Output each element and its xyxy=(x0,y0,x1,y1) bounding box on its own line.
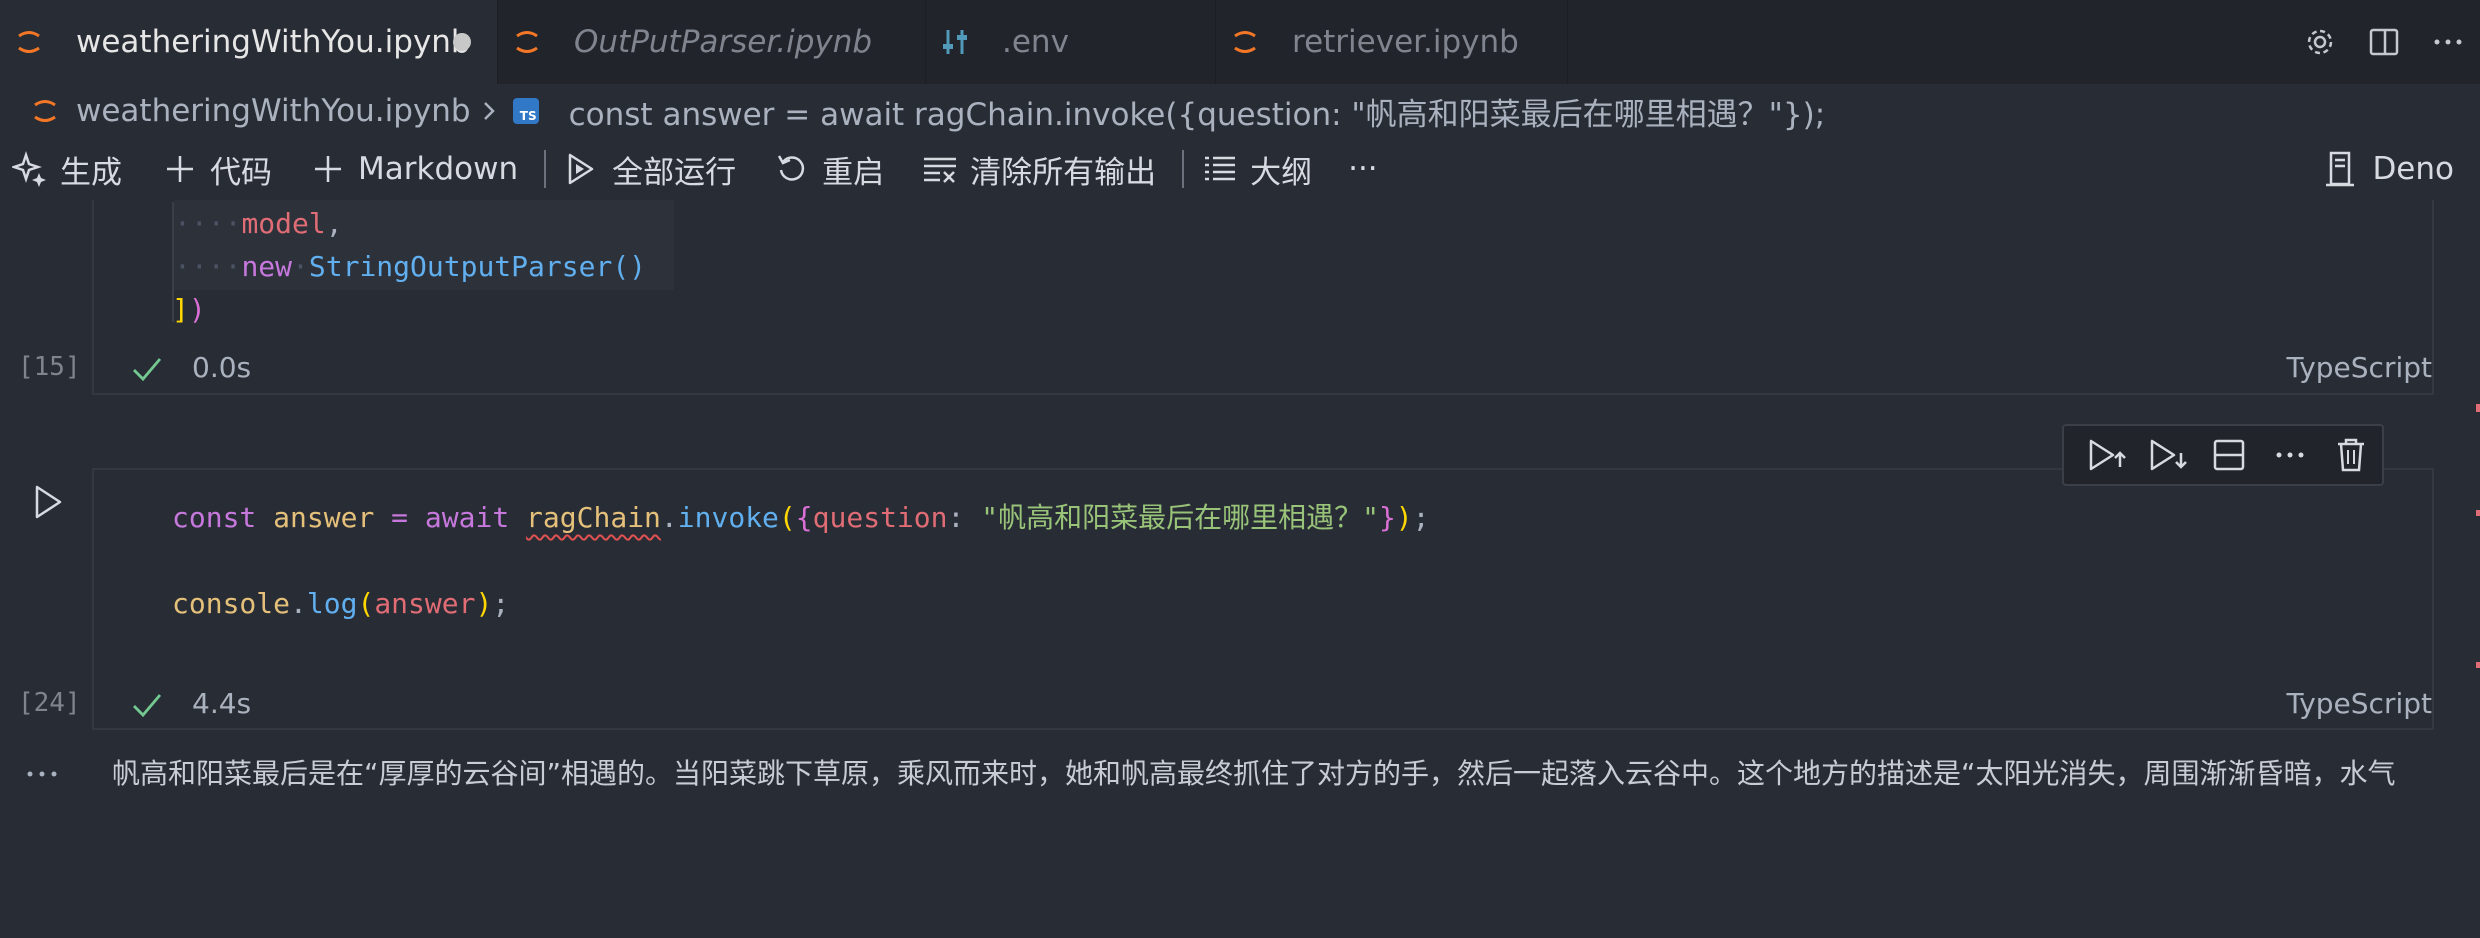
notebook-toolbar: 生成 代码 Markdown 全部运行 重启 清除所有输出 大纲 ··· Den… xyxy=(0,138,2480,200)
breadcrumb: weatheringWithYou.ipynb TS const answer … xyxy=(0,84,2480,138)
cell-language[interactable]: TypeScript xyxy=(2286,687,2432,720)
add-markdown-cell-button[interactable]: Markdown xyxy=(308,138,518,200)
list-icon xyxy=(1200,149,1240,189)
tab-label: OutPutParser.ipynb xyxy=(574,24,873,60)
tab-retriever[interactable]: retriever.ipynb xyxy=(1216,0,1568,84)
cell-language[interactable]: TypeScript xyxy=(2286,351,2432,384)
code-line[interactable]: ····model, xyxy=(174,203,343,245)
plus-icon xyxy=(308,149,348,189)
code-label: 代码 xyxy=(210,154,272,191)
code-line[interactable]: console.log(answer); xyxy=(172,583,509,625)
trash-icon[interactable] xyxy=(2321,426,2382,484)
editor-actions xyxy=(2288,0,2480,84)
code-line[interactable]: ····new·StringOutputParser() xyxy=(174,246,646,288)
execution-time: 4.4s xyxy=(192,687,252,720)
outline-button[interactable]: 大纲 xyxy=(1200,138,1312,200)
tab-weatheringwithyou[interactable]: weatheringWithYou.ipynb xyxy=(0,0,498,84)
restart-icon xyxy=(772,149,812,189)
tab-env[interactable]: .env xyxy=(926,0,1216,84)
jupyter-icon xyxy=(1230,27,1260,57)
editor-tab-bar: weatheringWithYou.ipynb OutPutParser.ipy… xyxy=(0,0,2480,84)
restart-label: 重启 xyxy=(822,154,885,191)
execution-count: [15] xyxy=(18,352,81,382)
restart-button[interactable]: 重启 xyxy=(772,138,884,200)
more-icon[interactable] xyxy=(2416,0,2480,84)
breadcrumb-symbol[interactable]: const answer = await ragChain.invoke({qu… xyxy=(569,89,1826,134)
tab-label: .env xyxy=(1002,24,1069,60)
cell-toolbar xyxy=(2062,424,2384,486)
code-line[interactable]: ]) xyxy=(172,289,206,331)
markdown-label: Markdown xyxy=(358,151,519,187)
unsaved-dot-icon[interactable] xyxy=(453,33,471,51)
jupyter-icon xyxy=(512,27,542,57)
plus-icon xyxy=(160,149,200,189)
kernel-picker[interactable]: Deno xyxy=(2320,138,2454,200)
generate-label: 生成 xyxy=(60,154,122,191)
sparkle-icon xyxy=(10,149,50,189)
check-icon xyxy=(133,694,162,718)
toolbar-divider xyxy=(1182,150,1185,188)
chevron-right-icon xyxy=(481,99,497,123)
add-code-cell-button[interactable]: 代码 xyxy=(160,138,272,200)
run-cell-icon[interactable] xyxy=(28,482,68,522)
generate-button[interactable]: 生成 xyxy=(10,138,122,200)
more-icon: ··· xyxy=(1348,151,1378,187)
check-icon xyxy=(133,358,162,382)
execution-count: [24] xyxy=(18,688,81,718)
breadcrumb-file[interactable]: weatheringWithYou.ipynb xyxy=(76,93,471,129)
toolbar-more-button[interactable]: ··· xyxy=(1348,138,1378,200)
clear-outputs-label: 清除所有输出 xyxy=(970,154,1157,191)
tab-label: weatheringWithYou.ipynb xyxy=(76,24,471,60)
more-icon[interactable] xyxy=(2260,426,2321,484)
outline-label: 大纲 xyxy=(1250,154,1313,191)
server-environment-icon xyxy=(2320,149,2360,189)
overview-ruler-mark xyxy=(2476,662,2480,668)
run-all-icon xyxy=(562,149,602,189)
clear-all-icon xyxy=(920,149,960,189)
run-above-icon[interactable] xyxy=(2076,426,2137,484)
output-more-icon[interactable] xyxy=(20,756,64,792)
split-editor-icon[interactable] xyxy=(2352,0,2416,84)
run-all-button[interactable]: 全部运行 xyxy=(562,138,736,200)
toolbar-divider xyxy=(544,150,547,188)
overview-ruler-mark xyxy=(2476,404,2480,412)
execution-time: 0.0s xyxy=(192,351,252,384)
cell-output: 帆高和阳菜最后是在“厚厚的云谷间”相遇的。当阳菜跳下草原，乘风而来时，她和帆高最… xyxy=(112,757,2396,790)
clear-outputs-button[interactable]: 清除所有输出 xyxy=(920,138,1156,200)
split-cell-icon[interactable] xyxy=(2198,426,2259,484)
code-line[interactable]: const answer = await ragChain.invoke({qu… xyxy=(172,497,1430,539)
run-all-label: 全部运行 xyxy=(612,154,737,191)
kernel-label: Deno xyxy=(2372,151,2454,187)
jupyter-icon xyxy=(14,27,44,57)
overview-ruler-mark xyxy=(2476,510,2480,516)
settings-sliders-icon xyxy=(940,27,970,57)
run-below-icon[interactable] xyxy=(2137,426,2198,484)
gear-icon[interactable] xyxy=(2288,0,2352,84)
jupyter-icon xyxy=(30,96,60,126)
tab-outputparser[interactable]: OutPutParser.ipynb xyxy=(498,0,926,84)
typescript-icon: TS xyxy=(512,98,539,124)
tab-label: retriever.ipynb xyxy=(1292,24,1519,60)
